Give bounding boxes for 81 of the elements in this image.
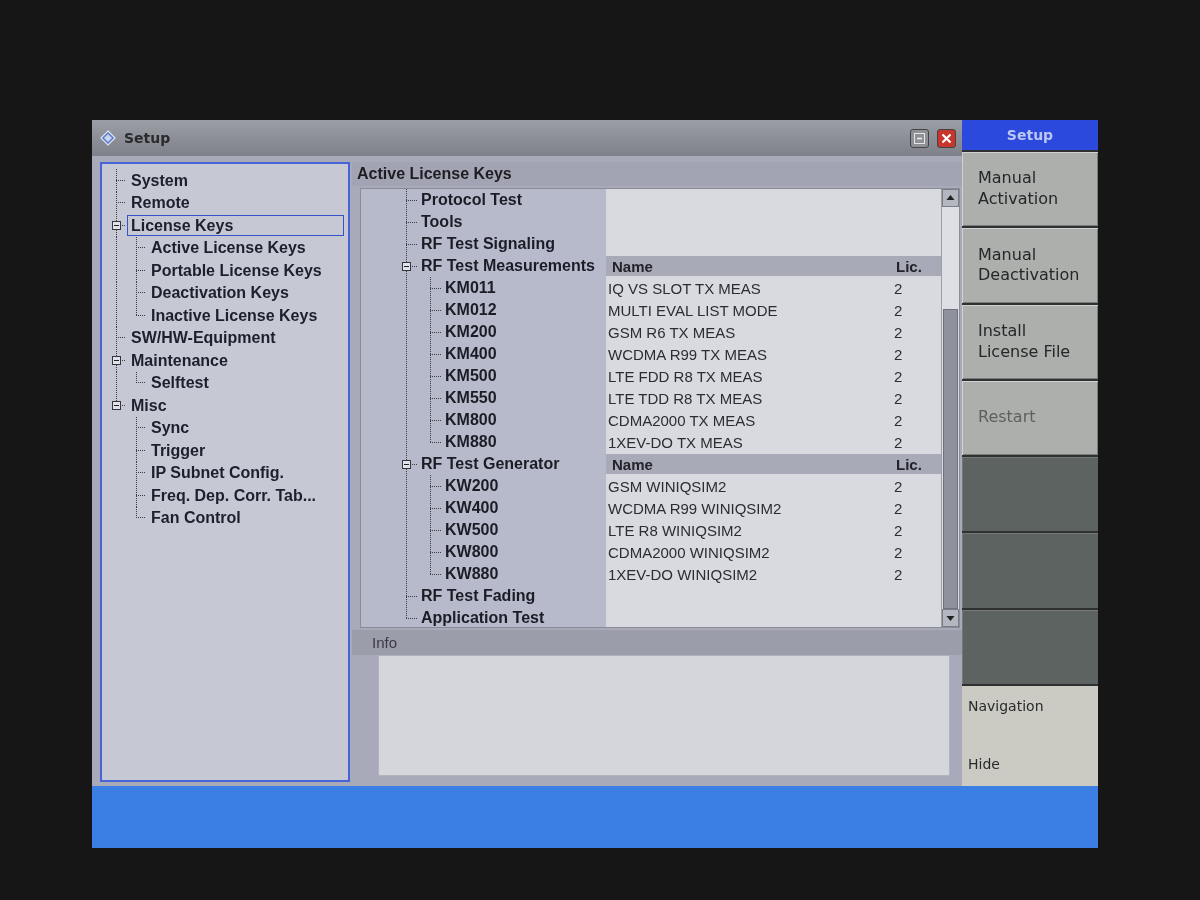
nav-tree-item[interactable]: System [127, 169, 192, 191]
nav-tree-item[interactable]: Portable License Keys [147, 259, 326, 281]
table-cell-text: GSM WINIQSIM2 [607, 476, 728, 497]
column-header: Lic. [882, 454, 941, 474]
tree-item[interactable]: KW400 [443, 499, 501, 517]
tree-item[interactable]: KM400 [443, 345, 499, 363]
minus-box-icon[interactable] [401, 261, 411, 271]
minus-box-icon[interactable] [111, 400, 121, 410]
tree-item[interactable]: KM012 [443, 301, 499, 319]
table-cell-text: 2 [893, 564, 904, 585]
table-cell-text: 2 [893, 322, 904, 343]
minus-box-icon[interactable] [111, 220, 121, 230]
tree-item[interactable]: Tools [419, 213, 465, 231]
table-cell-text: 1XEV-DO WINIQSIM2 [607, 564, 759, 585]
table-cell-text: GSM R6 TX MEAS [607, 322, 737, 343]
tree-item[interactable]: KM880 [443, 433, 499, 451]
nav-tree-item[interactable]: Trigger [147, 439, 210, 461]
nav-tree-item[interactable]: SW/HW-Equipment [127, 327, 280, 349]
tree-item[interactable]: KW800 [443, 543, 501, 561]
tree-item[interactable]: KW500 [443, 521, 501, 539]
scroll-down-icon[interactable] [942, 609, 959, 627]
table-cell-text: WCDMA R99 WINIQSIM2 [607, 498, 783, 519]
nav-tree-item[interactable]: Misc [127, 394, 171, 416]
table-cell-text: IQ VS SLOT TX MEAS [607, 278, 762, 299]
tree-item[interactable]: KM550 [443, 389, 499, 407]
table-cell-text: 2 [893, 344, 904, 365]
tree-item[interactable]: KW880 [443, 565, 501, 583]
table-cell-text: LTE TDD R8 TX MEAS [607, 388, 764, 409]
softkey-button[interactable]: Manual Deactivation [962, 228, 1098, 303]
table-cell-text: 2 [893, 432, 904, 453]
nav-tree-item[interactable]: Active License Keys [147, 237, 310, 259]
column-header: Name [606, 454, 882, 474]
nav-tree-item[interactable]: Remote [127, 192, 194, 214]
scrollbar-thumb[interactable] [943, 309, 958, 609]
minimize-button[interactable] [910, 128, 929, 148]
table-cell-text: 2 [893, 388, 904, 409]
table-cell-text: 2 [893, 476, 904, 497]
table-cell-text: 2 [893, 278, 904, 299]
softkey-button[interactable]: Install License File [962, 304, 1098, 379]
table-cell-text: LTE R8 WINIQSIM2 [607, 520, 743, 541]
info-header: Info [352, 630, 962, 655]
table-cell-text: 2 [893, 520, 904, 541]
tree-item[interactable]: KM500 [443, 367, 499, 385]
column-header: Name [606, 256, 882, 276]
table-cell-text: WCDMA R99 TX MEAS [607, 344, 768, 365]
column-header: Lic. [882, 256, 941, 276]
toggle-softkey[interactable]: Navigation Hide [962, 685, 1098, 786]
nav-tree-item[interactable]: IP Subnet Config. [147, 462, 289, 484]
tree-item[interactable]: KM011 [443, 279, 498, 297]
table-cell-text: CDMA2000 WINIQSIM2 [607, 542, 771, 563]
nav-tree-item[interactable]: Maintenance [127, 349, 232, 371]
minus-box-icon[interactable] [401, 459, 411, 469]
nav-tree-item[interactable]: Selftest [147, 372, 213, 394]
minus-box-icon[interactable] [111, 355, 121, 365]
nav-tree-item[interactable]: Freq. Dep. Corr. Tab... [147, 484, 321, 506]
nav-tree-item[interactable]: Fan Control [147, 507, 245, 529]
close-icon[interactable] [941, 132, 952, 144]
table-cell-text: 1XEV-DO TX MEAS [607, 432, 744, 453]
tree-item[interactable]: KW200 [443, 477, 501, 495]
softkey-button[interactable]: Manual Activation [962, 152, 1098, 227]
softkey-menu-title: Setup [962, 120, 1098, 150]
tree-item[interactable]: KM200 [443, 323, 499, 341]
table-cell-text: 2 [893, 498, 904, 519]
table-cell-text: CDMA2000 TX MEAS [607, 410, 757, 431]
scroll-up-icon[interactable] [942, 189, 959, 207]
tree-item[interactable]: KM800 [443, 411, 499, 429]
window-title: Setup [124, 130, 171, 146]
table-cell-text: 2 [893, 410, 904, 431]
table-cell-text: 2 [893, 300, 904, 321]
nav-tree-item[interactable]: License Keys [127, 214, 344, 236]
table-cell-text: MULTI EVAL LIST MODE [607, 300, 779, 321]
table-cell-text: 2 [893, 542, 904, 563]
nav-tree-item[interactable]: Inactive License Keys [147, 304, 322, 326]
close-button[interactable] [937, 128, 956, 148]
panel-title: Active License Keys [352, 162, 962, 186]
nav-tree-item[interactable]: Deactivation Keys [147, 282, 293, 304]
table-cell-text: LTE FDD R8 TX MEAS [607, 366, 764, 387]
diamond-icon [100, 130, 116, 146]
table-cell-text: 2 [893, 366, 904, 387]
nav-tree-item[interactable]: Sync [147, 417, 194, 439]
scrollbar[interactable] [941, 189, 959, 627]
